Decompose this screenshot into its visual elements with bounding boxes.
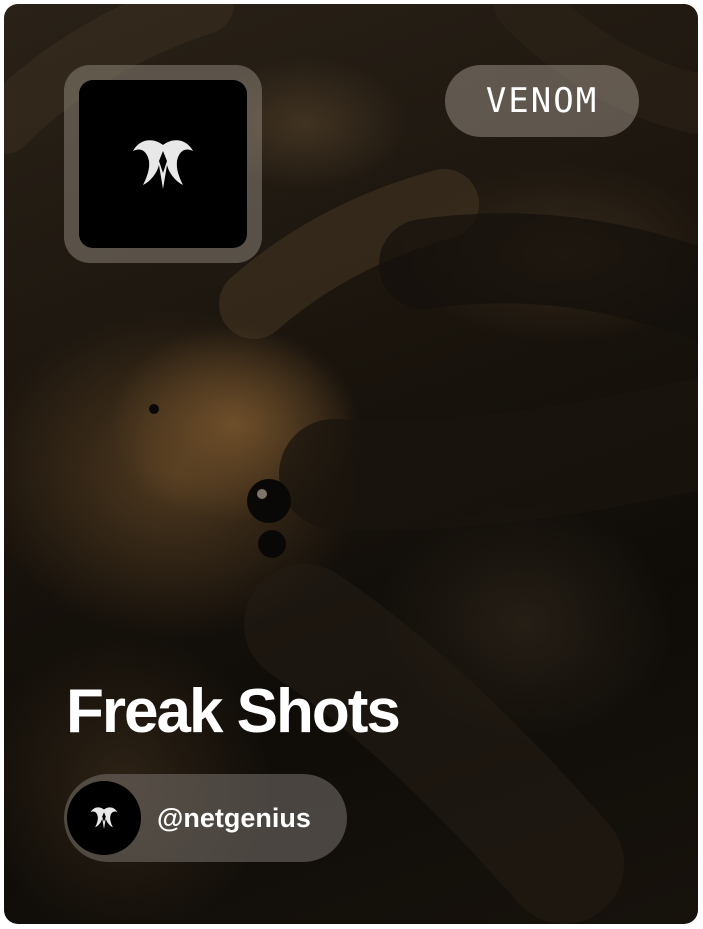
avatar	[67, 781, 141, 855]
collection-card[interactable]: VENOM Freak Shots @netgenius	[4, 4, 698, 924]
venom-spider-logo-icon	[133, 140, 193, 189]
collection-title: Freak Shots	[66, 677, 401, 746]
venom-spider-avatar-icon	[90, 807, 118, 830]
collection-logo-frame	[64, 65, 262, 263]
author-chip[interactable]: @netgenius	[64, 774, 347, 862]
collection-logo	[79, 80, 247, 248]
author-handle: @netgenius	[157, 802, 311, 833]
collection-tag-badge[interactable]: VENOM	[445, 65, 639, 137]
